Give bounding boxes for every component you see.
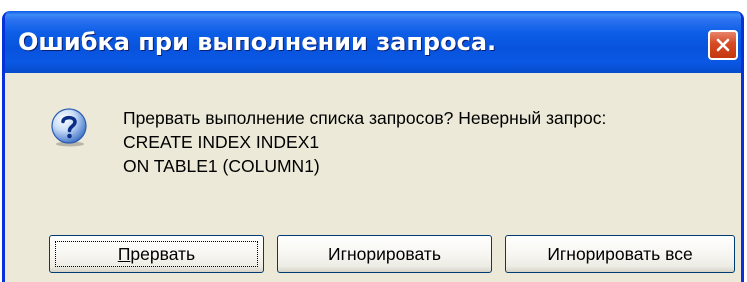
message-line: Прервать выполнение списка запросов? Нев… — [123, 108, 607, 128]
close-icon — [716, 38, 730, 52]
ignore-all-button-label: Игнорировать все — [547, 243, 693, 264]
ignore-all-button[interactable]: Игнорировать все — [505, 235, 735, 273]
question-icon — [51, 108, 87, 147]
ignore-button-label: Игнорировать — [328, 243, 441, 264]
message-line: ON TABLE1 (COLUMN1) — [123, 156, 320, 176]
abort-button[interactable]: Прервать — [49, 235, 264, 273]
message-text: Прервать выполнение списка запросов? Нев… — [123, 106, 606, 178]
close-button[interactable] — [708, 30, 738, 60]
title-bar[interactable]: Ошибка при выполнении запроса. — [5, 11, 741, 73]
message-line: CREATE INDEX INDEX1 — [123, 132, 320, 152]
error-dialog: Ошибка при выполнении запроса. Прервать … — [2, 11, 744, 282]
ignore-button[interactable]: Игнорировать — [277, 235, 492, 273]
abort-button-label: Прервать — [117, 243, 196, 264]
dialog-title: Ошибка при выполнении запроса. — [18, 28, 497, 56]
